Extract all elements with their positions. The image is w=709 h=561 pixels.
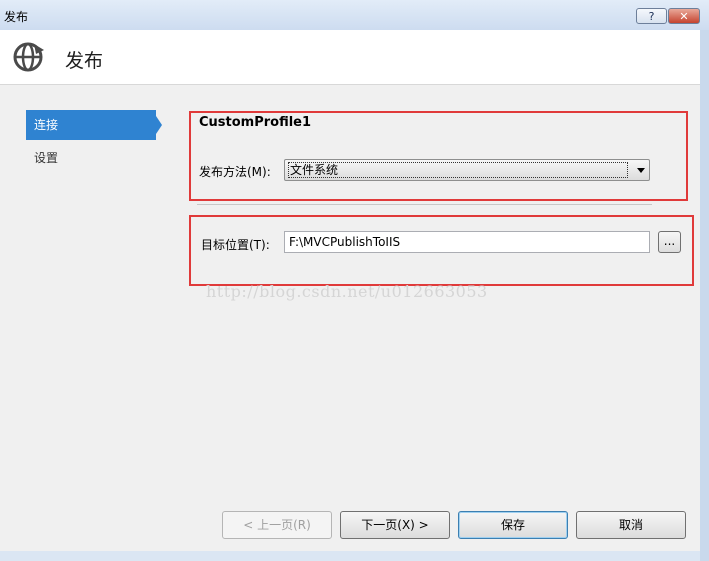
help-button[interactable]: ? — [636, 8, 667, 24]
chevron-down-icon — [637, 168, 645, 173]
cancel-button[interactable]: 取消 — [576, 511, 686, 539]
browse-button[interactable]: ... — [658, 231, 681, 253]
next-button[interactable]: 下一页(X) > — [340, 511, 450, 539]
publish-method-select[interactable]: 文件系统 — [284, 159, 650, 181]
save-button[interactable]: 保存 — [458, 511, 568, 539]
separator — [197, 204, 652, 205]
dialog-content: 连接 设置 CustomProfile1 发布方法(M): 文件系统 目标位置(… — [0, 85, 700, 551]
publish-method-label: 发布方法(M): — [199, 165, 271, 179]
publish-method-value: 文件系统 — [288, 162, 628, 178]
globe-publish-icon — [13, 42, 44, 72]
target-location-input[interactable]: F:\MVCPublishToIIS — [284, 231, 650, 253]
dialog-header: 发布 — [0, 30, 700, 85]
title-bar: 发布 ? ✕ — [0, 0, 709, 30]
window-border — [700, 30, 709, 561]
window-title: 发布 — [4, 10, 29, 24]
profile-name: CustomProfile1 — [199, 115, 312, 130]
close-button[interactable]: ✕ — [668, 8, 700, 24]
target-location-label: 目标位置(T): — [201, 238, 270, 252]
sidebar-item-connection[interactable]: 连接 — [26, 110, 156, 140]
active-indicator-arrow — [156, 116, 162, 134]
sidebar-item-settings[interactable]: 设置 — [26, 143, 156, 173]
page-title: 发布 — [65, 50, 104, 72]
previous-button[interactable]: < 上一页(R) — [222, 511, 332, 539]
watermark: http://blog.csdn.net/u012663053 — [206, 282, 488, 301]
